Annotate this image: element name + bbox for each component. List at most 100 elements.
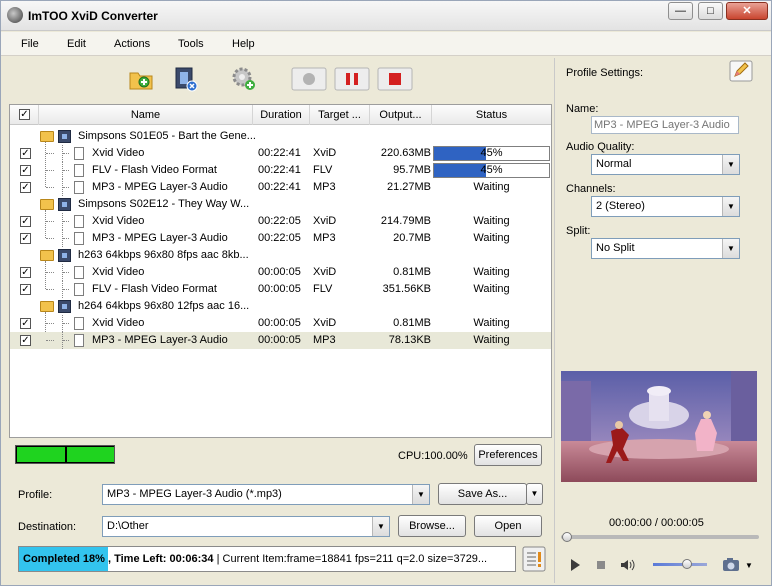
toolbar xyxy=(9,58,552,101)
item-target: FLV xyxy=(313,164,333,176)
table-row[interactable]: ✓ MP3 - MPEG Layer-3 Audio 00:22:41 MP3 21.2… xyxy=(10,179,551,196)
preferences-button[interactable]: Preferences xyxy=(474,444,542,466)
header-output[interactable]: Output... xyxy=(370,105,432,125)
record-icon[interactable] xyxy=(291,65,327,93)
volume-handle[interactable] xyxy=(682,559,692,569)
chevron-down-icon[interactable]: ▼ xyxy=(745,561,753,570)
destination-select[interactable]: D:\Other ▼ xyxy=(102,516,390,537)
chevron-down-icon[interactable]: ▼ xyxy=(372,517,389,536)
volume-slider[interactable] xyxy=(653,563,707,566)
play-icon[interactable] xyxy=(567,557,583,573)
item-name: MP3 - MPEG Layer-3 Audio xyxy=(92,334,228,346)
edit-profile-icon[interactable] xyxy=(729,60,753,82)
table-row[interactable]: ✓ Xvid Video 00:00:05 XviD 0.81MB Waiting xyxy=(10,315,551,332)
app-window: ImTOO XviD Converter — □ ✕ File Edit Act… xyxy=(0,0,772,586)
item-output: 78.13KB xyxy=(388,334,431,346)
cpu-core-1 xyxy=(17,447,65,462)
header-target[interactable]: Target ... xyxy=(310,105,370,125)
row-checkbox[interactable]: ✓ xyxy=(20,148,31,159)
item-status: Waiting xyxy=(473,232,510,244)
volume-icon[interactable] xyxy=(619,557,637,573)
seek-bar[interactable] xyxy=(561,535,759,539)
pause-icon[interactable] xyxy=(334,65,370,93)
header-select-all[interactable]: ✓ xyxy=(10,105,39,125)
header-name[interactable]: Name xyxy=(39,105,253,125)
output-file-icon xyxy=(74,317,84,330)
remove-file-icon[interactable] xyxy=(172,65,200,93)
folder-icon xyxy=(40,199,54,210)
chevron-down-icon[interactable]: ▼ xyxy=(722,155,739,174)
profile-select[interactable]: MP3 - MPEG Layer-3 Audio (*.mp3) ▼ xyxy=(102,484,430,505)
channels-select[interactable]: 2 (Stereo) ▼ xyxy=(591,196,740,217)
row-checkbox[interactable]: ✓ xyxy=(20,165,31,176)
browse-button[interactable]: Browse... xyxy=(398,515,466,537)
output-file-icon xyxy=(74,266,84,279)
menu-help[interactable]: Help xyxy=(232,38,255,50)
seek-handle[interactable] xyxy=(562,532,572,542)
select-all-checkbox[interactable]: ✓ xyxy=(19,109,30,120)
item-status: Waiting xyxy=(473,215,510,227)
chevron-down-icon[interactable]: ▼ xyxy=(412,485,429,504)
item-output: 0.81MB xyxy=(393,317,431,329)
group-row[interactable]: h263 64kbps 96x80 8fps aac 8kb... xyxy=(10,247,551,289)
table-row[interactable]: ✓ Xvid Video 00:00:05 XviD 0.81MB Waiting xyxy=(10,264,551,281)
menu-edit[interactable]: Edit xyxy=(67,38,86,50)
output-file-icon xyxy=(74,283,84,296)
profile-name-input[interactable] xyxy=(591,116,739,134)
table-row[interactable]: ✓ FLV - Flash Video Format 00:22:41 FLV 95.7… xyxy=(10,162,551,179)
item-duration: 00:00:05 xyxy=(258,266,301,278)
table-row[interactable]: ✓ FLV - Flash Video Format 00:00:05 FLV 351.… xyxy=(10,281,551,298)
minimize-button[interactable]: — xyxy=(668,2,693,20)
row-checkbox[interactable]: ✓ xyxy=(20,233,31,244)
row-checkbox[interactable]: ✓ xyxy=(20,267,31,278)
add-profile-icon[interactable] xyxy=(230,65,258,93)
row-checkbox[interactable]: ✓ xyxy=(20,284,31,295)
save-as-dropdown[interactable]: ▼ xyxy=(526,483,543,505)
item-target: MP3 xyxy=(313,334,336,346)
row-checkbox[interactable]: ✓ xyxy=(20,182,31,193)
player-time: 00:00:00 / 00:00:05 xyxy=(609,517,704,529)
group-row[interactable]: h264 64kbps 96x80 12fps aac 16... xyxy=(10,298,551,340)
close-button[interactable]: ✕ xyxy=(726,2,768,20)
status-bar: Completed 18% , Time Left: 00:06:34 | Cu… xyxy=(18,546,516,572)
add-file-icon[interactable] xyxy=(127,65,155,93)
save-as-button[interactable]: Save As... xyxy=(438,483,527,505)
audio-quality-select[interactable]: Normal ▼ xyxy=(591,154,740,175)
group-row[interactable]: Simpsons S02E12 - They Way W... xyxy=(10,196,551,238)
table-row[interactable]: ✓ Xvid Video 00:22:41 XviD 220.63MB 45% xyxy=(10,145,551,162)
cpu-label: CPU:100.00% xyxy=(398,450,468,462)
menu-tools[interactable]: Tools xyxy=(178,38,204,50)
split-select[interactable]: No Split ▼ xyxy=(591,238,740,259)
item-status: Waiting xyxy=(473,266,510,278)
channels-label: Channels: xyxy=(566,183,616,195)
item-output: 95.7MB xyxy=(393,164,431,176)
row-checkbox[interactable]: ✓ xyxy=(20,216,31,227)
maximize-button[interactable]: □ xyxy=(698,2,723,20)
item-target: MP3 xyxy=(313,232,336,244)
snapshot-camera-icon[interactable] xyxy=(721,556,741,573)
chevron-down-icon: ▼ xyxy=(530,489,539,498)
log-icon[interactable] xyxy=(522,546,546,572)
table-row[interactable]: ✓ Xvid Video 00:22:05 XviD 214.79MB Waiting xyxy=(10,213,551,230)
item-name: MP3 - MPEG Layer-3 Audio xyxy=(92,232,228,244)
stop-playback-icon[interactable] xyxy=(593,557,609,573)
table-row[interactable]: ✓ MP3 - MPEG Layer-3 Audio 00:00:05 MP3 78.1… xyxy=(10,332,551,349)
header-status[interactable]: Status xyxy=(432,105,551,125)
output-file-icon xyxy=(74,232,84,245)
menu-file[interactable]: File xyxy=(21,38,39,50)
profile-value: MP3 - MPEG Layer-3 Audio (*.mp3) xyxy=(107,488,282,500)
audio-quality-value: Normal xyxy=(596,158,632,170)
stop-icon[interactable] xyxy=(377,65,413,93)
chevron-down-icon[interactable]: ▼ xyxy=(722,239,739,258)
row-checkbox[interactable]: ✓ xyxy=(20,318,31,329)
item-status: Waiting xyxy=(473,334,510,346)
group-row[interactable]: Simpsons S01E05 - Bart the Gene... xyxy=(10,128,551,187)
header-duration[interactable]: Duration xyxy=(253,105,310,125)
item-output: 220.63MB xyxy=(380,147,431,159)
menu-actions[interactable]: Actions xyxy=(114,38,150,50)
chevron-down-icon[interactable]: ▼ xyxy=(722,197,739,216)
table-row[interactable]: ✓ MP3 - MPEG Layer-3 Audio 00:22:05 MP3 20.7… xyxy=(10,230,551,247)
row-checkbox[interactable]: ✓ xyxy=(20,335,31,346)
open-button[interactable]: Open xyxy=(474,515,542,537)
output-file-icon xyxy=(74,181,84,194)
